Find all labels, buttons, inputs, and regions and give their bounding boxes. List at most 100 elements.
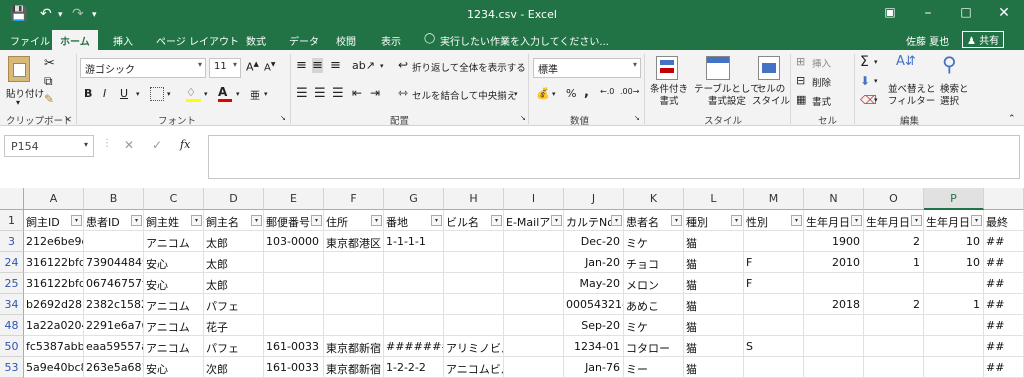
clear-dropdown-icon[interactable]: ▾ bbox=[874, 96, 878, 104]
header-cell[interactable]: 種別 ▾ bbox=[684, 210, 744, 231]
increase-decimal-icon[interactable]: ←.0 bbox=[600, 87, 614, 96]
table-cell[interactable]: アニコム bbox=[144, 336, 204, 357]
copy-icon[interactable]: ⧉ bbox=[44, 74, 53, 89]
header-cell[interactable]: 番地 ▾ bbox=[384, 210, 444, 231]
wrap-text-button[interactable]: 折り返して全体を表示する bbox=[412, 60, 526, 74]
table-cell[interactable] bbox=[324, 294, 384, 315]
table-cell[interactable] bbox=[384, 294, 444, 315]
table-cell[interactable]: 212e6be9cc945574at bbox=[24, 231, 84, 252]
filter-dropdown-icon[interactable]: ▾ bbox=[251, 215, 262, 226]
filter-dropdown-icon[interactable]: ▾ bbox=[131, 215, 142, 226]
column-header-i[interactable]: I bbox=[504, 188, 564, 210]
column-header-m[interactable]: M bbox=[744, 188, 804, 210]
table-cell[interactable] bbox=[444, 252, 504, 273]
table-cell[interactable]: 2 bbox=[864, 231, 924, 252]
table-cell[interactable] bbox=[924, 357, 984, 378]
table-cell[interactable]: ## bbox=[984, 294, 1024, 315]
decrease-font-icon[interactable]: A▼ bbox=[264, 61, 275, 73]
table-cell[interactable] bbox=[504, 357, 564, 378]
alignment-launcher-icon[interactable]: ↘ bbox=[520, 114, 526, 122]
find-select-icon[interactable]: ⚲ bbox=[942, 52, 957, 76]
align-bottom-icon[interactable]: ≡ bbox=[330, 58, 341, 73]
clipboard-launcher-icon[interactable]: ↘ bbox=[64, 114, 70, 122]
table-cell[interactable]: 2291e6a76 bbox=[84, 315, 144, 336]
borders-dropdown-icon[interactable]: ▾ bbox=[167, 90, 171, 98]
column-header-o[interactable]: O bbox=[864, 188, 924, 210]
table-cell[interactable] bbox=[864, 273, 924, 294]
table-cell[interactable]: アニコム bbox=[144, 315, 204, 336]
table-cell[interactable]: 猫 bbox=[684, 315, 744, 336]
header-cell[interactable]: 生年月日 ▾ bbox=[804, 210, 864, 231]
delete-cells-icon[interactable]: ⊟ bbox=[796, 74, 805, 87]
table-cell[interactable]: F bbox=[744, 273, 804, 294]
table-cell[interactable]: 2018 bbox=[804, 294, 864, 315]
table-cell[interactable] bbox=[924, 315, 984, 336]
table-cell[interactable] bbox=[264, 294, 324, 315]
tab-data[interactable]: データ bbox=[289, 33, 319, 48]
header-cell[interactable]: 生年月日 ▾ bbox=[924, 210, 984, 231]
filter-dropdown-icon[interactable]: ▾ bbox=[791, 215, 802, 226]
table-cell[interactable]: 161-0033 bbox=[264, 336, 324, 357]
format-cells-button[interactable]: 書式 bbox=[812, 94, 831, 108]
table-cell[interactable]: アニコム bbox=[144, 294, 204, 315]
table-cell[interactable]: ## bbox=[984, 273, 1024, 294]
paste-dropdown-icon[interactable]: ▾ bbox=[16, 98, 20, 107]
table-cell[interactable]: チョコ bbox=[624, 252, 684, 273]
column-header-c[interactable]: C bbox=[144, 188, 204, 210]
formula-input[interactable] bbox=[208, 135, 1020, 179]
table-cell[interactable]: 316122bfd bbox=[24, 252, 84, 273]
sort-filter-button[interactable]: 並べ替えと フィルター bbox=[888, 84, 936, 108]
table-cell[interactable]: 2 bbox=[864, 294, 924, 315]
cell-styles-icon[interactable] bbox=[758, 56, 780, 80]
italic-icon[interactable]: I bbox=[103, 87, 106, 100]
align-left-icon[interactable]: ☰ bbox=[296, 86, 308, 101]
table-cell[interactable]: May-20 bbox=[564, 273, 624, 294]
table-cell[interactable]: アニコムビル bbox=[444, 357, 504, 378]
format-cells-icon[interactable]: ▦ bbox=[796, 93, 806, 106]
filter-dropdown-icon[interactable]: ▾ bbox=[311, 215, 322, 226]
font-name-select[interactable]: 游ゴシック ▾ bbox=[80, 58, 206, 78]
table-cell[interactable] bbox=[864, 336, 924, 357]
table-cell[interactable] bbox=[264, 273, 324, 294]
orientation-icon[interactable]: ab↗ bbox=[352, 59, 375, 72]
table-cell[interactable]: メロン bbox=[624, 273, 684, 294]
ribbon-display-options-icon[interactable]: ▣ bbox=[880, 5, 900, 19]
table-cell[interactable]: あめこ bbox=[624, 294, 684, 315]
table-cell[interactable]: 猫 bbox=[684, 231, 744, 252]
table-cell[interactable]: 00054321- bbox=[564, 294, 624, 315]
table-cell[interactable] bbox=[324, 315, 384, 336]
table-cell[interactable] bbox=[804, 357, 864, 378]
number-format-select[interactable]: 標準 ▾ bbox=[533, 58, 641, 78]
table-cell[interactable]: ミケ bbox=[624, 315, 684, 336]
column-header-h[interactable]: H bbox=[444, 188, 504, 210]
fill-color-icon[interactable]: ♢ bbox=[186, 86, 202, 102]
table-cell[interactable]: eaa59557a bbox=[84, 336, 144, 357]
paste-button[interactable]: 貼り付け bbox=[6, 86, 44, 100]
table-cell[interactable]: 5a9e40bc8 bbox=[24, 357, 84, 378]
header-cell[interactable]: 患者ID ▾ bbox=[84, 210, 144, 231]
filter-dropdown-icon[interactable]: ▾ bbox=[671, 215, 682, 226]
table-cell[interactable]: S bbox=[744, 336, 804, 357]
format-as-table-icon[interactable] bbox=[706, 56, 730, 80]
column-header-d[interactable]: D bbox=[204, 188, 264, 210]
filter-dropdown-icon[interactable]: ▾ bbox=[191, 215, 202, 226]
table-cell[interactable]: 猫 bbox=[684, 294, 744, 315]
table-cell[interactable]: fc5387abb bbox=[24, 336, 84, 357]
table-cell[interactable]: 1234-01 bbox=[564, 336, 624, 357]
filter-dropdown-icon[interactable]: ▾ bbox=[971, 215, 982, 226]
tab-file[interactable]: ファイル bbox=[10, 33, 50, 48]
column-header-n[interactable]: N bbox=[804, 188, 864, 210]
align-center-icon[interactable]: ☰ bbox=[314, 86, 326, 101]
table-cell[interactable]: 1 bbox=[864, 252, 924, 273]
collapse-ribbon-icon[interactable]: ⌃ bbox=[1008, 114, 1016, 124]
table-cell[interactable]: 猫 bbox=[684, 357, 744, 378]
table-cell[interactable] bbox=[864, 315, 924, 336]
table-cell[interactable] bbox=[504, 336, 564, 357]
table-cell[interactable]: 316122bfd bbox=[24, 273, 84, 294]
table-cell[interactable]: 2382c1582 bbox=[84, 294, 144, 315]
table-cell[interactable] bbox=[444, 231, 504, 252]
header-cell[interactable]: 性別 ▾ bbox=[744, 210, 804, 231]
row-header[interactable]: 25 bbox=[0, 273, 24, 294]
table-cell[interactable]: 東京都新宿 bbox=[324, 336, 384, 357]
table-cell[interactable] bbox=[504, 252, 564, 273]
